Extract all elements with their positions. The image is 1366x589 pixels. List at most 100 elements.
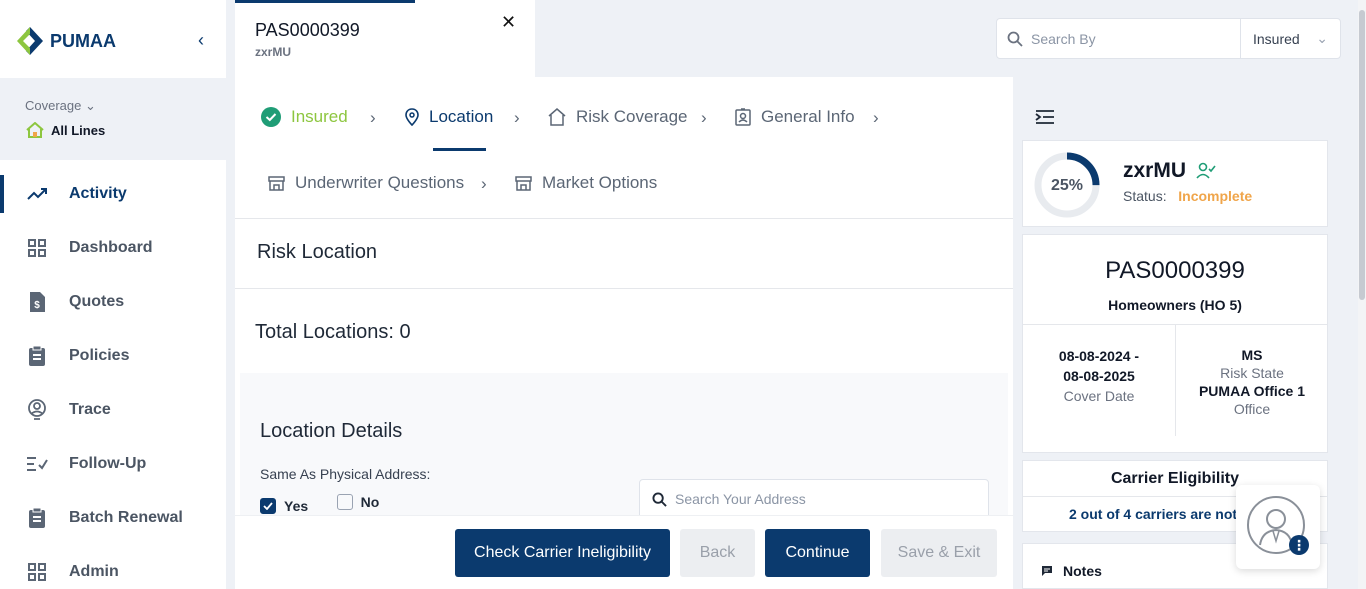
batch-renewal-icon [26,507,48,529]
sidebar-item-policies[interactable]: Policies [0,329,226,383]
search-type-select[interactable]: Insured ⌄ [1240,19,1340,58]
sidebar-item-label: Follow-Up [69,455,147,472]
sidebar-item-label: Activity [69,185,127,202]
no-checkbox[interactable]: No [336,494,380,510]
address-search-input[interactable]: Search Your Address [639,479,989,519]
checkbox-checked-icon [260,498,276,514]
chevron-right-icon: › [481,174,487,193]
logo[interactable]: PUMAA [16,26,116,56]
notes-icon [1042,566,1052,576]
sidebar-item-trace[interactable]: Trace [0,383,226,437]
activity-icon [26,183,48,205]
coverage-value: All Lines [25,122,105,138]
risk-state-office: MS Risk State PUMAA Office 1 Office [1198,347,1306,417]
close-icon[interactable]: ✕ [501,12,516,33]
store-icon [515,175,532,191]
status-row: Status: Incomplete [1123,188,1253,204]
back-button[interactable]: Back [680,529,755,577]
no-label: No [360,494,380,510]
step-general-info[interactable]: General Info [735,107,855,127]
step-label: Underwriter Questions [295,173,465,192]
tab-subtitle: zxrMU [255,45,292,59]
sidebar-item-quotes[interactable]: $ Quotes [0,275,226,329]
search-icon [1007,31,1023,47]
policy-number: PAS0000399 [1105,257,1245,284]
sidebar-item-label: Trace [69,401,111,418]
save-exit-button[interactable]: Save & Exit [881,529,997,577]
user-check-icon [1196,162,1216,179]
sidebar-item-label: Admin [69,563,119,580]
insured-name: zxrMU [1123,159,1216,183]
step-location[interactable]: Location [405,107,493,127]
main-panel: Insured › Location › Risk Coverage › Gen… [235,77,1013,589]
sidebar-item-label: Batch Renewal [69,509,183,526]
more-options-icon[interactable]: ⋮ [1289,535,1309,555]
collapse-panel-icon[interactable] [1035,109,1055,125]
carrier-eligibility-link[interactable]: 2 out of 4 carriers are not e [1069,506,1249,522]
id-card-icon [735,108,751,126]
search-icon [652,491,667,507]
step-label: Insured [291,107,348,126]
store-icon [268,175,285,191]
sidebar-item-follow-up[interactable]: Follow-Up [0,437,226,491]
collapse-sidebar-icon[interactable]: ‹ [198,30,204,51]
chevron-right-icon: › [701,108,707,127]
search-input[interactable]: Search By [997,31,1240,47]
step-market-options[interactable]: Market Options [515,173,657,193]
active-step-indicator [433,148,486,151]
yes-checkbox[interactable]: Yes [260,498,308,514]
check-carrier-ineligibility-button[interactable]: Check Carrier Ineligibility [455,529,670,577]
global-search: Search By Insured ⌄ [996,18,1341,59]
risk-location-heading: Risk Location [257,241,378,263]
action-footer: Check Carrier Ineligibility Back Continu… [235,515,1013,589]
continue-button[interactable]: Continue [765,529,870,577]
search-type-value: Insured [1253,30,1300,47]
scrollbar-thumb[interactable] [1359,10,1365,300]
step-label: Location [429,107,494,126]
policies-icon [26,345,48,367]
location-pin-icon [405,108,419,126]
tab-title: PAS0000399 [255,20,360,40]
sidebar-item-label: Policies [69,347,130,364]
quotes-icon: $ [26,291,48,313]
same-as-label: Same As Physical Address: [260,466,431,482]
coverage-label: Coverage ⌄ [25,98,96,113]
support-chat-widget[interactable]: ⋮ [1236,485,1320,569]
total-locations: Total Locations: 0 [255,321,411,343]
sidebar-item-dashboard[interactable]: Dashboard [0,221,226,275]
address-placeholder: Search Your Address [675,491,806,507]
sidebar-item-batch-renewal[interactable]: Batch Renewal [0,491,226,545]
coverage-selector[interactable]: Coverage ⌄ All Lines [0,78,226,160]
admin-icon [26,561,48,583]
chevron-right-icon: › [873,108,879,127]
main-nav: Activity Dashboard $ Quotes Policies Tra… [0,167,226,589]
notes-header[interactable]: Notes [1041,563,1102,579]
yes-label: Yes [284,498,309,514]
chevron-right-icon: › [514,108,520,127]
home-icon [26,122,44,138]
trace-icon [26,399,48,421]
chevron-down-icon: ⌄ [1316,30,1328,46]
check-circle-icon [261,107,281,127]
sidebar-item-activity[interactable]: Activity [0,167,226,221]
step-label: General Info [761,107,855,126]
search-placeholder: Search By [1031,30,1096,47]
checkbox-empty-icon [336,494,353,510]
chevron-right-icon: › [370,108,376,127]
follow-up-icon [26,453,48,475]
step-underwriter-questions[interactable]: Underwriter Questions [268,173,464,193]
location-details-heading: Location Details [260,420,403,442]
house-icon [548,108,566,126]
policy-tab[interactable]: PAS0000399 zxrMU ✕ [235,0,535,77]
divider [235,218,1013,219]
sidebar-item-admin[interactable]: Admin [0,545,226,589]
policy-card: PAS0000399 Homeowners (HO 5) 08-08-2024 … [1022,234,1328,453]
same-as-options: Yes No [260,494,403,515]
policy-type: Homeowners (HO 5) [1108,297,1242,313]
step-risk-coverage[interactable]: Risk Coverage [548,107,688,127]
step-insured[interactable]: Insured [261,107,348,127]
dashboard-icon [26,237,48,259]
status-badge: Incomplete [1178,188,1253,204]
chevron-down-icon: ⌄ [85,98,96,113]
divider [235,288,1013,289]
